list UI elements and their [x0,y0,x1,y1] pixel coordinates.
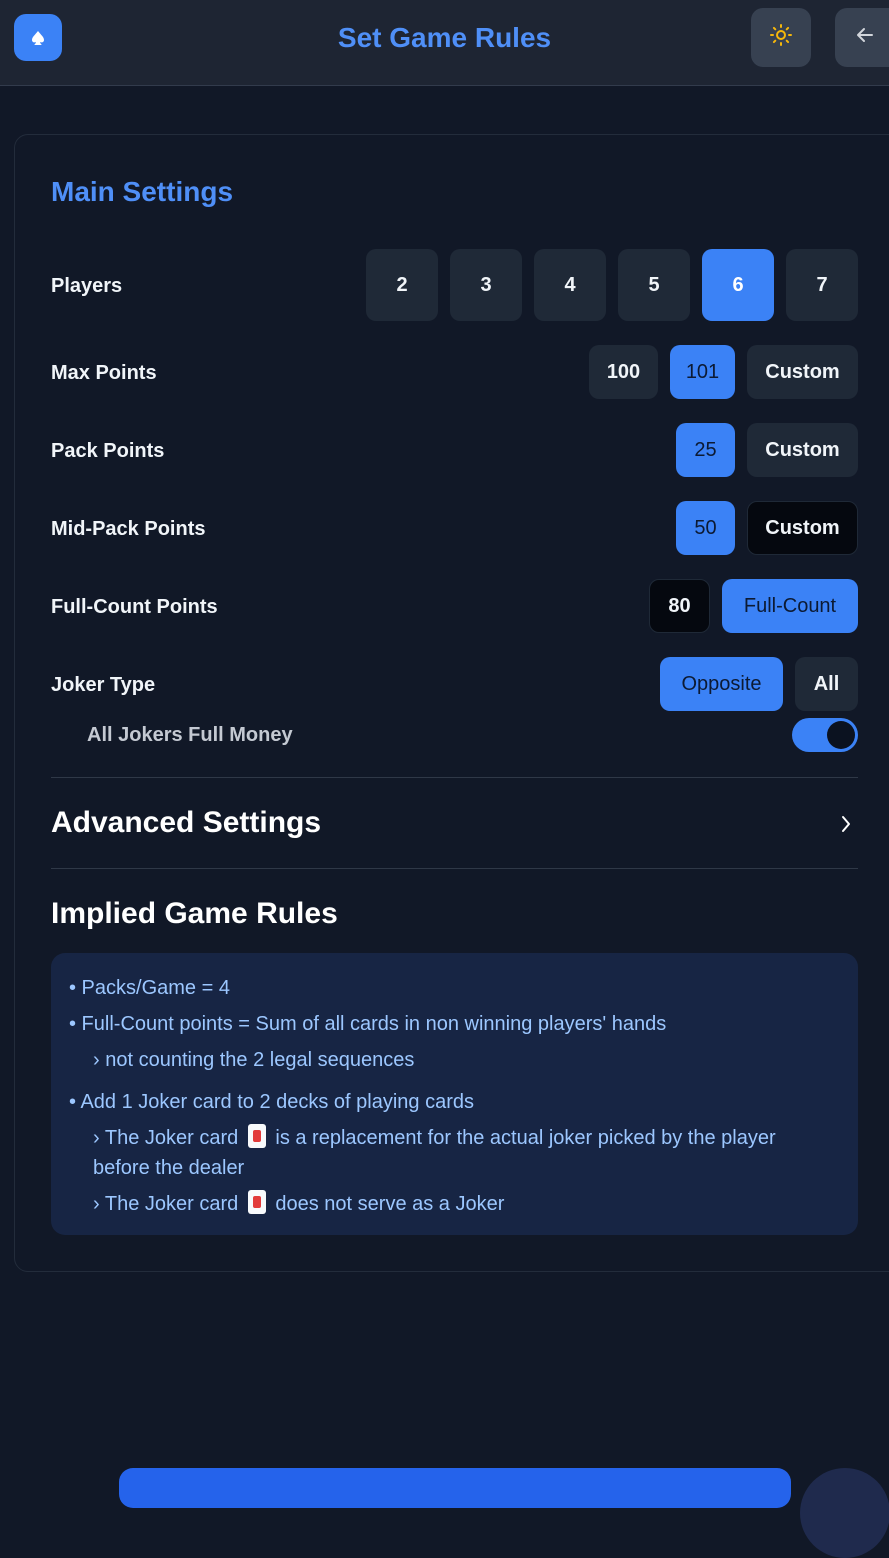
max-points-label: Max Points [51,362,157,384]
rule-packs-per-game: • Packs/Game = 4 [69,977,230,999]
rule-text: › The Joker card [93,1127,239,1149]
arrow-left-icon [854,24,876,51]
max-points-option-101[interactable]: 101 [670,345,735,399]
players-label: Players [51,275,123,297]
theme-toggle-button[interactable] [751,8,811,67]
joker-type-option-opposite[interactable]: Opposite [660,657,783,711]
rule-full-count: • Full-Count points = Sum of all cards i… [69,1013,667,1035]
mid-pack-points-label: Mid-Pack Points [51,518,206,540]
players-option-4[interactable]: 4 [534,249,606,321]
app-header: Set Game Rules [0,0,889,86]
max-points-option-custom[interactable]: Custom [747,345,858,399]
all-jokers-full-money-label: All Jokers Full Money [87,724,293,746]
floating-action-button[interactable] [800,1468,889,1558]
players-option-6[interactable]: 6 [702,249,774,321]
toggle-knob [827,721,855,749]
mid-pack-points-option-custom[interactable]: Custom [747,501,858,555]
rule-full-count-note: › not counting the 2 legal sequences [93,1049,415,1071]
chevron-right-icon[interactable] [836,812,856,836]
joker-type-option-all[interactable]: All [795,657,858,711]
rule-add-joker: • Add 1 Joker card to 2 decks of playing… [69,1091,474,1113]
primary-action-button[interactable] [119,1468,791,1508]
full-count-option-80[interactable]: 80 [649,579,710,633]
full-count-option-full-count[interactable]: Full-Count [722,579,858,633]
rule-text: does not serve as a Joker [275,1193,505,1215]
joker-card-icon [247,1124,266,1148]
pack-points-label: Pack Points [51,440,165,462]
rule-joker-replacement: › The Joker card is a replacement for th… [93,1123,833,1183]
players-option-5[interactable]: 5 [618,249,690,321]
sun-icon [769,23,793,52]
rule-joker-not-joker: › The Joker card does not serve as a Jok… [93,1189,833,1219]
full-count-points-label: Full-Count Points [51,596,218,618]
players-option-2[interactable]: 2 [366,249,438,321]
divider [51,777,858,778]
joker-type-label: Joker Type [51,674,156,696]
pack-points-option-25[interactable]: 25 [676,423,735,477]
divider [51,868,858,869]
all-jokers-full-money-toggle[interactable] [792,718,858,752]
players-option-3[interactable]: 3 [450,249,522,321]
pack-points-option-custom[interactable]: Custom [747,423,858,477]
main-settings-title: Main Settings [51,176,234,207]
players-option-7[interactable]: 7 [786,249,858,321]
advanced-settings-title[interactable]: Advanced Settings [51,806,321,840]
implied-rules-title: Implied Game Rules [51,897,338,930]
max-points-option-100[interactable]: 100 [589,345,658,399]
rule-text: › The Joker card [93,1193,239,1215]
joker-card-icon [247,1190,266,1214]
back-button[interactable] [835,8,889,67]
mid-pack-points-option-50[interactable]: 50 [676,501,735,555]
